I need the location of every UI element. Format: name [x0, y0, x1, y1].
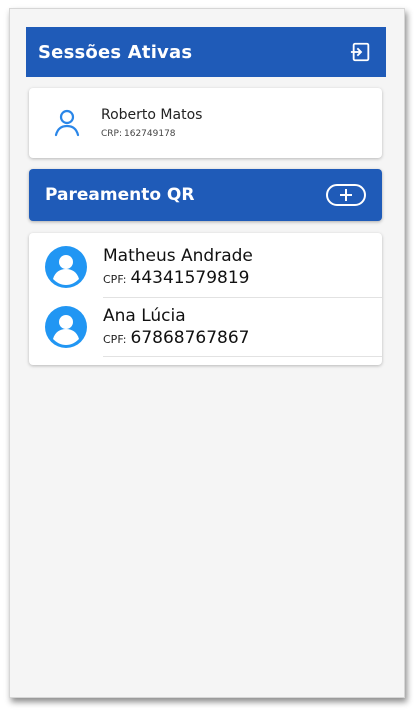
avatar-icon	[45, 246, 87, 288]
plus-circle-icon	[340, 189, 352, 201]
cpf-value: 67868767867	[130, 328, 250, 348]
cpf-label: CPF:	[103, 273, 127, 286]
crp-value: 162749178	[124, 129, 176, 139]
divider	[103, 356, 382, 357]
add-pairing-button[interactable]	[326, 184, 366, 206]
list-item[interactable]: Matheus Andrade CPF: 44341579819	[29, 238, 382, 296]
user-outline-icon	[54, 109, 80, 137]
sessions-header: Sessões Ativas	[26, 27, 386, 77]
exit-button[interactable]	[348, 39, 374, 65]
person-name: Matheus Andrade	[103, 246, 253, 266]
cpf-label: CPF:	[103, 333, 127, 346]
paired-people-list: Matheus Andrade CPF: 44341579819 Ana Lúc…	[29, 233, 382, 365]
session-crp: CRP: 162749178	[101, 129, 202, 139]
qr-pairing-title: Pareamento QR	[45, 185, 195, 205]
list-item[interactable]: Ana Lúcia CPF: 67868767867	[29, 298, 382, 356]
person-name: Ana Lúcia	[103, 306, 186, 326]
sessions-title: Sessões Ativas	[38, 41, 193, 63]
crp-label: CRP:	[101, 129, 122, 139]
cpf-value: 44341579819	[130, 268, 250, 288]
avatar-icon	[45, 306, 87, 348]
logout-icon	[350, 42, 370, 62]
qr-pairing-header: Pareamento QR	[29, 169, 382, 221]
active-session-card[interactable]: Roberto Matos CRP: 162749178	[29, 88, 382, 158]
person-cpf: CPF: 44341579819	[103, 268, 253, 288]
person-cpf: CPF: 67868767867	[103, 328, 249, 348]
session-name: Roberto Matos	[101, 107, 203, 123]
